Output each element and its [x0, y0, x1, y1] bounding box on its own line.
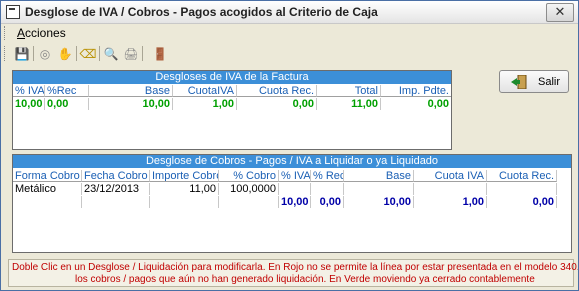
- menu-grip: [4, 26, 8, 40]
- total-cell: [150, 196, 219, 208]
- search-icon[interactable]: 🔍: [102, 45, 120, 62]
- window-title: Desglose de IVA / Cobros - Pagos acogido…: [25, 5, 378, 19]
- iva-cell: 11,00: [317, 98, 381, 110]
- total-cell: 0,00: [487, 196, 557, 208]
- col-cuota-rec: Cuota Rec.: [487, 170, 557, 182]
- total-cell: 10,00: [279, 196, 311, 208]
- col-total: Total: [317, 85, 381, 97]
- toolbar-separator: [142, 46, 143, 61]
- toolbar-separator: [99, 46, 100, 61]
- exit-button-label: Salir: [538, 76, 561, 88]
- iva-panel-title: Desgloses de IVA de la Factura: [13, 71, 451, 84]
- total-cell: [82, 196, 150, 208]
- legend-line-2: los cobros / pagos que aún no han genera…: [75, 274, 535, 285]
- print-icon[interactable]: 🖨: [122, 45, 140, 62]
- toolbar-separator: [76, 46, 77, 61]
- hand-icon[interactable]: ✋: [56, 45, 74, 62]
- window-icon: [6, 5, 20, 19]
- cobro-cell: [487, 183, 557, 195]
- iva-breakdown-panel: Desgloses de IVA de la Factura % IVA %Re…: [12, 70, 452, 150]
- col-fecha-cobro: Fecha Cobro: [82, 170, 150, 182]
- iva-cell: 0,00: [237, 98, 317, 110]
- cobros-totals-row: 10,00 0,00 10,00 1,00 0,00: [13, 196, 571, 208]
- total-cell: 1,00: [414, 196, 487, 208]
- cobro-cell: [344, 183, 414, 195]
- col-cuota-iva: Cuota IVA: [414, 170, 487, 182]
- cobros-panel-title: Desglose de Cobros - Pagos / IVA a Liqui…: [13, 155, 571, 168]
- view-icon[interactable]: ◎: [36, 45, 54, 62]
- eraser-icon[interactable]: ⌫: [79, 45, 97, 62]
- menu-bar: Acciones: [1, 24, 578, 42]
- legend-line-1: Doble Clic en un Desglose / Liquidación …: [12, 262, 579, 273]
- col-base: Base: [344, 170, 414, 182]
- total-cell: [13, 196, 82, 208]
- main-window: Desglose de IVA / Cobros - Pagos acogido…: [0, 0, 579, 291]
- iva-cell: 10,00: [13, 98, 45, 110]
- iva-cell: 10,00: [89, 98, 173, 110]
- menu-acciones[interactable]: Acciones: [17, 26, 66, 40]
- iva-cell: 0,00: [427, 98, 449, 110]
- col-iva-pct: % IVA: [279, 170, 311, 182]
- col-cobro-pct: % Cobro: [219, 170, 279, 182]
- menu-acciones-mnemonic: A: [17, 26, 26, 40]
- iva-cell: 1,00: [173, 98, 237, 110]
- cobro-cell: [414, 183, 487, 195]
- save-icon[interactable]: 💾: [13, 45, 31, 62]
- iva-cell: 0,00: [45, 98, 89, 110]
- exit-icon[interactable]: 🚪: [151, 45, 169, 62]
- cobro-cell: 23/12/2013: [82, 183, 150, 195]
- iva-row[interactable]: 10,00 0,00 10,00 1,00 0,00 11,00 0,00: [13, 98, 451, 110]
- cobro-cell: [279, 183, 311, 195]
- toolbar-grip: [4, 46, 8, 61]
- cobro-cell: Metálico: [13, 183, 82, 195]
- col-forma-cobro: Forma Cobro: [13, 170, 82, 182]
- toolbar-separator: [33, 46, 34, 61]
- exit-button[interactable]: Salir: [499, 70, 569, 93]
- total-cell: 10,00: [344, 196, 414, 208]
- cobros-row[interactable]: Metálico 23/12/2013 11,00 100,0000: [13, 183, 571, 195]
- col-imp-pdte: Imp. Pdte.: [381, 85, 451, 97]
- title-bar: Desglose de IVA / Cobros - Pagos acogido…: [1, 1, 578, 24]
- cobros-header-row: Forma Cobro Fecha Cobro Importe Cobro % …: [13, 170, 571, 182]
- col-rec-pct: %Rec: [45, 85, 89, 97]
- total-cell: 0,00: [311, 196, 344, 208]
- col-rec-pct: % Rec.: [311, 170, 344, 182]
- col-iva-pct: % IVA: [13, 85, 45, 97]
- col-cuota-rec: Cuota Rec.: [237, 85, 317, 97]
- total-cell: [219, 196, 279, 208]
- legend-footer: Doble Clic en un Desglose / Liquidación …: [8, 259, 578, 287]
- exit-door-icon: [511, 75, 527, 89]
- col-base: Base: [89, 85, 173, 97]
- cobros-breakdown-panel: Desglose de Cobros - Pagos / IVA a Liqui…: [12, 154, 572, 253]
- col-cuota-iva: CuotaIVA: [173, 85, 237, 97]
- toolbar: 💾 ◎ ✋ ⌫ 🔍 🖨 🚪: [1, 43, 578, 66]
- cobro-cell: 11,00: [150, 183, 219, 195]
- cobro-cell: 100,0000: [219, 183, 279, 195]
- close-button[interactable]: ✕: [546, 3, 574, 22]
- menu-acciones-label: cciones: [25, 26, 66, 40]
- iva-header-row: % IVA %Rec Base CuotaIVA Cuota Rec. Tota…: [13, 85, 451, 97]
- cobro-cell: [311, 183, 344, 195]
- col-importe-cobro: Importe Cobro: [150, 170, 219, 182]
